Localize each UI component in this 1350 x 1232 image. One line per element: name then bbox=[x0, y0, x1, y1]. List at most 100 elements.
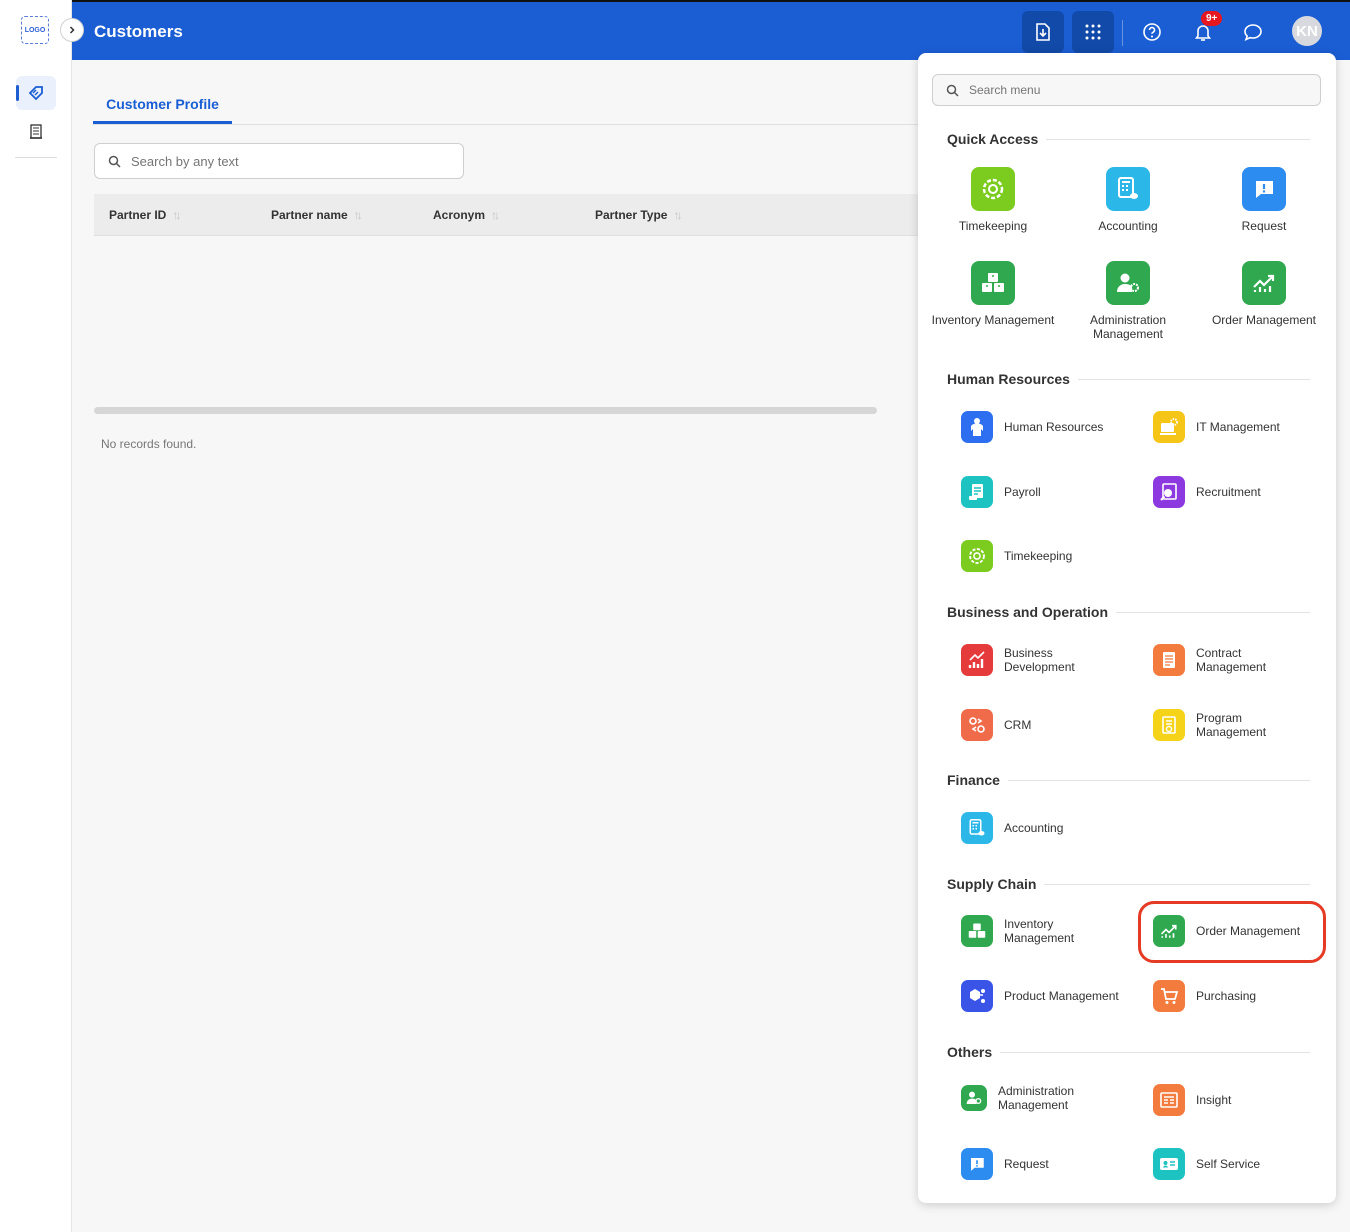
table-header: Partner ID ↑↓ Partner name ↑↓ Acronym ↑↓ Pa… bbox=[94, 194, 924, 236]
inventory-icon bbox=[971, 261, 1015, 305]
app-menu-button[interactable] bbox=[1072, 11, 1114, 53]
download-icon bbox=[1034, 22, 1052, 42]
menu-search-box[interactable] bbox=[932, 74, 1321, 106]
menu-item-label: Business Development bbox=[1004, 646, 1075, 674]
menu-item-label: Request bbox=[1004, 1157, 1049, 1171]
sort-icon[interactable]: ↑↓ bbox=[354, 208, 363, 222]
search-icon bbox=[108, 155, 121, 168]
menu-item-label: Human Resources bbox=[1004, 420, 1104, 434]
avatar[interactable]: KN bbox=[1292, 16, 1322, 46]
sort-icon[interactable]: ↑↓ bbox=[491, 208, 500, 222]
menu-item-label: Program Management bbox=[1196, 711, 1267, 739]
empty-message: No records found. bbox=[101, 437, 197, 451]
menu-item-label: Insight bbox=[1196, 1093, 1232, 1107]
menu-search-input[interactable] bbox=[969, 83, 1269, 97]
section-business-operation: Business and Operation bbox=[947, 604, 1310, 620]
help-icon bbox=[1142, 22, 1162, 42]
horizontal-scrollbar[interactable] bbox=[94, 407, 877, 414]
order-management-icon bbox=[1153, 915, 1185, 947]
quick-label: Request bbox=[1241, 219, 1287, 233]
app-menu-panel: Quick Access Timekeeping Accounting Requ… bbox=[918, 53, 1336, 1203]
menu-item-label: Inventory Management bbox=[1004, 917, 1075, 945]
sort-icon[interactable]: ↑↓ bbox=[673, 208, 682, 222]
column-partner-id[interactable]: Partner ID ↑↓ bbox=[109, 208, 181, 222]
menu-item-label: CRM bbox=[1004, 718, 1032, 732]
menu-item-request[interactable]: Request bbox=[961, 1148, 1049, 1180]
menu-item-label: Order Management bbox=[1196, 924, 1301, 938]
menu-item-it-management[interactable]: IT Management bbox=[1153, 411, 1280, 443]
menu-item-crm[interactable]: CRM bbox=[961, 709, 1031, 741]
menu-item-label: Self Service bbox=[1196, 1157, 1261, 1171]
quick-accounting[interactable]: Accounting bbox=[1063, 167, 1193, 233]
menu-item-timekeeping[interactable]: Timekeeping bbox=[961, 540, 1072, 572]
menu-item-product-management[interactable]: Product Management bbox=[961, 980, 1119, 1012]
menu-item-label: Administration Management bbox=[998, 1084, 1075, 1112]
quick-label: Timekeeping bbox=[958, 219, 1028, 233]
menu-item-accounting[interactable]: Accounting bbox=[961, 812, 1063, 844]
help-button[interactable] bbox=[1131, 11, 1173, 53]
admin-icon bbox=[961, 1085, 987, 1111]
quick-timekeeping[interactable]: Timekeeping bbox=[928, 167, 1058, 233]
column-label: Partner Type bbox=[595, 208, 668, 222]
quick-inventory-management[interactable]: Inventory Management bbox=[928, 261, 1058, 327]
section-quick-access: Quick Access bbox=[947, 131, 1310, 147]
menu-item-recruitment[interactable]: Recruitment bbox=[1153, 476, 1261, 508]
sort-icon[interactable]: ↑↓ bbox=[172, 208, 181, 222]
id-card-icon bbox=[1153, 1148, 1185, 1180]
menu-item-label: IT Management bbox=[1196, 420, 1280, 434]
tag-icon bbox=[28, 85, 44, 101]
top-header: Customers bbox=[72, 0, 1350, 60]
section-finance: Finance bbox=[947, 772, 1310, 788]
menu-item-business-development[interactable]: Business Development bbox=[961, 644, 1094, 676]
column-label: Partner ID bbox=[109, 208, 167, 222]
menu-item-insight[interactable]: Insight bbox=[1153, 1084, 1231, 1116]
request-icon bbox=[1242, 167, 1286, 211]
download-button[interactable] bbox=[1022, 11, 1064, 53]
product-management-icon bbox=[961, 980, 993, 1012]
column-partner-name[interactable]: Partner name ↑↓ bbox=[271, 208, 363, 222]
document-icon bbox=[29, 124, 43, 140]
search-input[interactable] bbox=[131, 153, 431, 169]
tab-underline bbox=[93, 124, 923, 125]
menu-item-self-service[interactable]: Self Service bbox=[1153, 1148, 1260, 1180]
menu-item-human-resources[interactable]: Human Resources bbox=[961, 411, 1103, 443]
tab-customer-profile[interactable]: Customer Profile bbox=[93, 86, 232, 124]
menu-item-label: Purchasing bbox=[1196, 989, 1257, 1003]
menu-item-order-management[interactable]: Order Management bbox=[1153, 915, 1300, 947]
quick-order-management[interactable]: Order Management bbox=[1199, 261, 1329, 327]
column-label: Acronym bbox=[433, 208, 486, 222]
expand-sidebar-button[interactable] bbox=[60, 18, 84, 42]
quick-label: Order Management bbox=[1211, 313, 1317, 327]
menu-item-inventory-management[interactable]: Inventory Management bbox=[961, 915, 1094, 947]
menu-item-program-management[interactable]: Program Management bbox=[1153, 709, 1286, 741]
chat-button[interactable] bbox=[1232, 11, 1274, 53]
menu-item-payroll[interactable]: Payroll bbox=[961, 476, 1041, 508]
menu-item-label: Product Management bbox=[1004, 989, 1119, 1003]
menu-item-administration-management[interactable]: Administration Management bbox=[961, 1084, 1088, 1112]
quick-label: Administration Management bbox=[1089, 313, 1167, 341]
menu-item-label: Contract Management bbox=[1196, 646, 1267, 674]
notification-badge: 9+ bbox=[1201, 11, 1223, 26]
business-development-icon bbox=[961, 644, 993, 676]
quick-administration-management[interactable]: Administration Management bbox=[1063, 261, 1193, 341]
menu-item-contract-management[interactable]: Contract Management bbox=[1153, 644, 1286, 676]
chat-icon bbox=[1242, 22, 1264, 42]
column-acronym[interactable]: Acronym ↑↓ bbox=[433, 208, 500, 222]
column-partner-type[interactable]: Partner Type ↑↓ bbox=[595, 208, 682, 222]
chevron-right-icon bbox=[67, 25, 77, 35]
rail-item-documents[interactable] bbox=[16, 115, 56, 149]
rail-item-customers[interactable] bbox=[16, 76, 56, 110]
inventory-icon bbox=[961, 915, 993, 947]
quick-label: Inventory Management bbox=[931, 313, 1055, 327]
menu-item-label: Recruitment bbox=[1196, 485, 1261, 499]
search-box[interactable] bbox=[94, 143, 464, 179]
left-rail: LOGO bbox=[0, 0, 72, 1232]
grid-icon bbox=[1085, 24, 1101, 40]
contract-icon bbox=[1153, 644, 1185, 676]
recruitment-icon bbox=[1153, 476, 1185, 508]
quick-request[interactable]: Request bbox=[1199, 167, 1329, 233]
section-human-resources: Human Resources bbox=[947, 371, 1310, 387]
search-icon bbox=[946, 84, 959, 97]
menu-item-purchasing[interactable]: Purchasing bbox=[1153, 980, 1256, 1012]
menu-item-label: Accounting bbox=[1004, 821, 1064, 835]
